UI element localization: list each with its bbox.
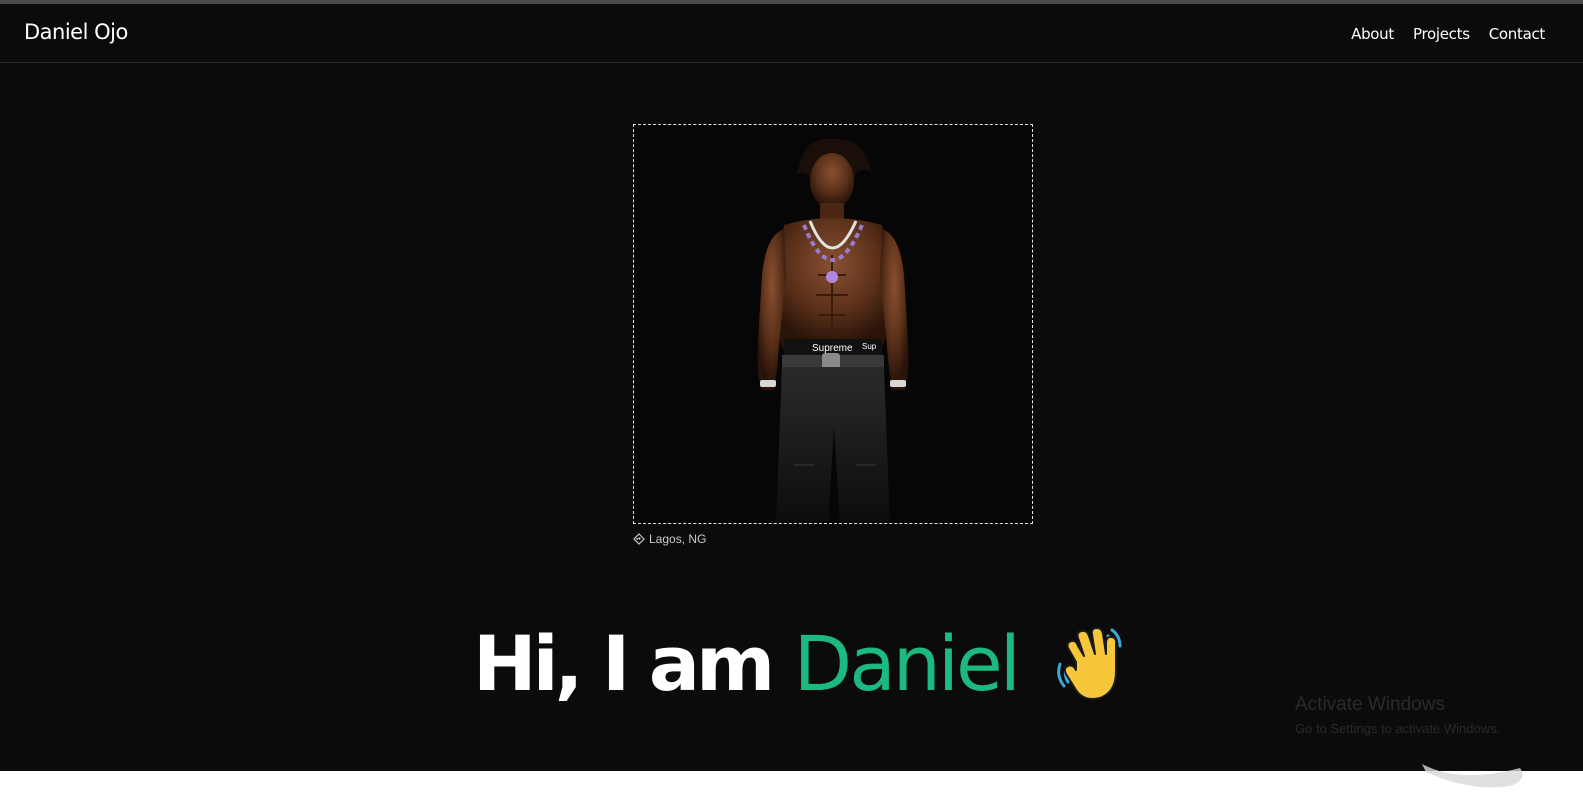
cursor-shadow-decoration <box>1422 764 1523 788</box>
hero-greeting-text: Hi, I am <box>473 619 794 708</box>
location-text: Lagos, NG <box>649 532 707 546</box>
nav-link-contact[interactable]: Contact <box>1489 25 1546 43</box>
watermark-subtitle: Go to Settings to activate Windows. <box>1295 721 1501 736</box>
hero-name: Daniel <box>793 619 1021 708</box>
waistband-brand-text: Supreme <box>812 343 853 354</box>
navbar: Daniel Ojo About Projects Contact <box>0 4 1583 63</box>
nav-link-projects[interactable]: Projects <box>1413 25 1470 43</box>
location-tag: Lagos, NG <box>633 532 706 546</box>
location-diamond-icon <box>633 533 645 545</box>
waistband-brand-text-short: Sup <box>862 342 877 351</box>
nav-link-about[interactable]: About <box>1351 25 1394 43</box>
profile-photo-illustration: Supreme Sup <box>634 125 1032 523</box>
brand-logo[interactable]: Daniel Ojo <box>24 20 128 44</box>
nav-links: About Projects Contact <box>1351 25 1545 43</box>
windows-activation-watermark: Activate Windows Go to Settings to activ… <box>1295 694 1500 736</box>
portfolio-page: Daniel Ojo About Projects Contact Suprem… <box>0 4 1583 771</box>
hero-greeting: Hi, I am Daniel <box>473 626 1021 702</box>
hero-heading: Hi, I am Daniel <box>473 614 1128 714</box>
waving-hand-icon <box>1057 627 1122 700</box>
profile-photo: Supreme Sup <box>633 124 1033 524</box>
watermark-title: Activate Windows <box>1295 694 1445 715</box>
